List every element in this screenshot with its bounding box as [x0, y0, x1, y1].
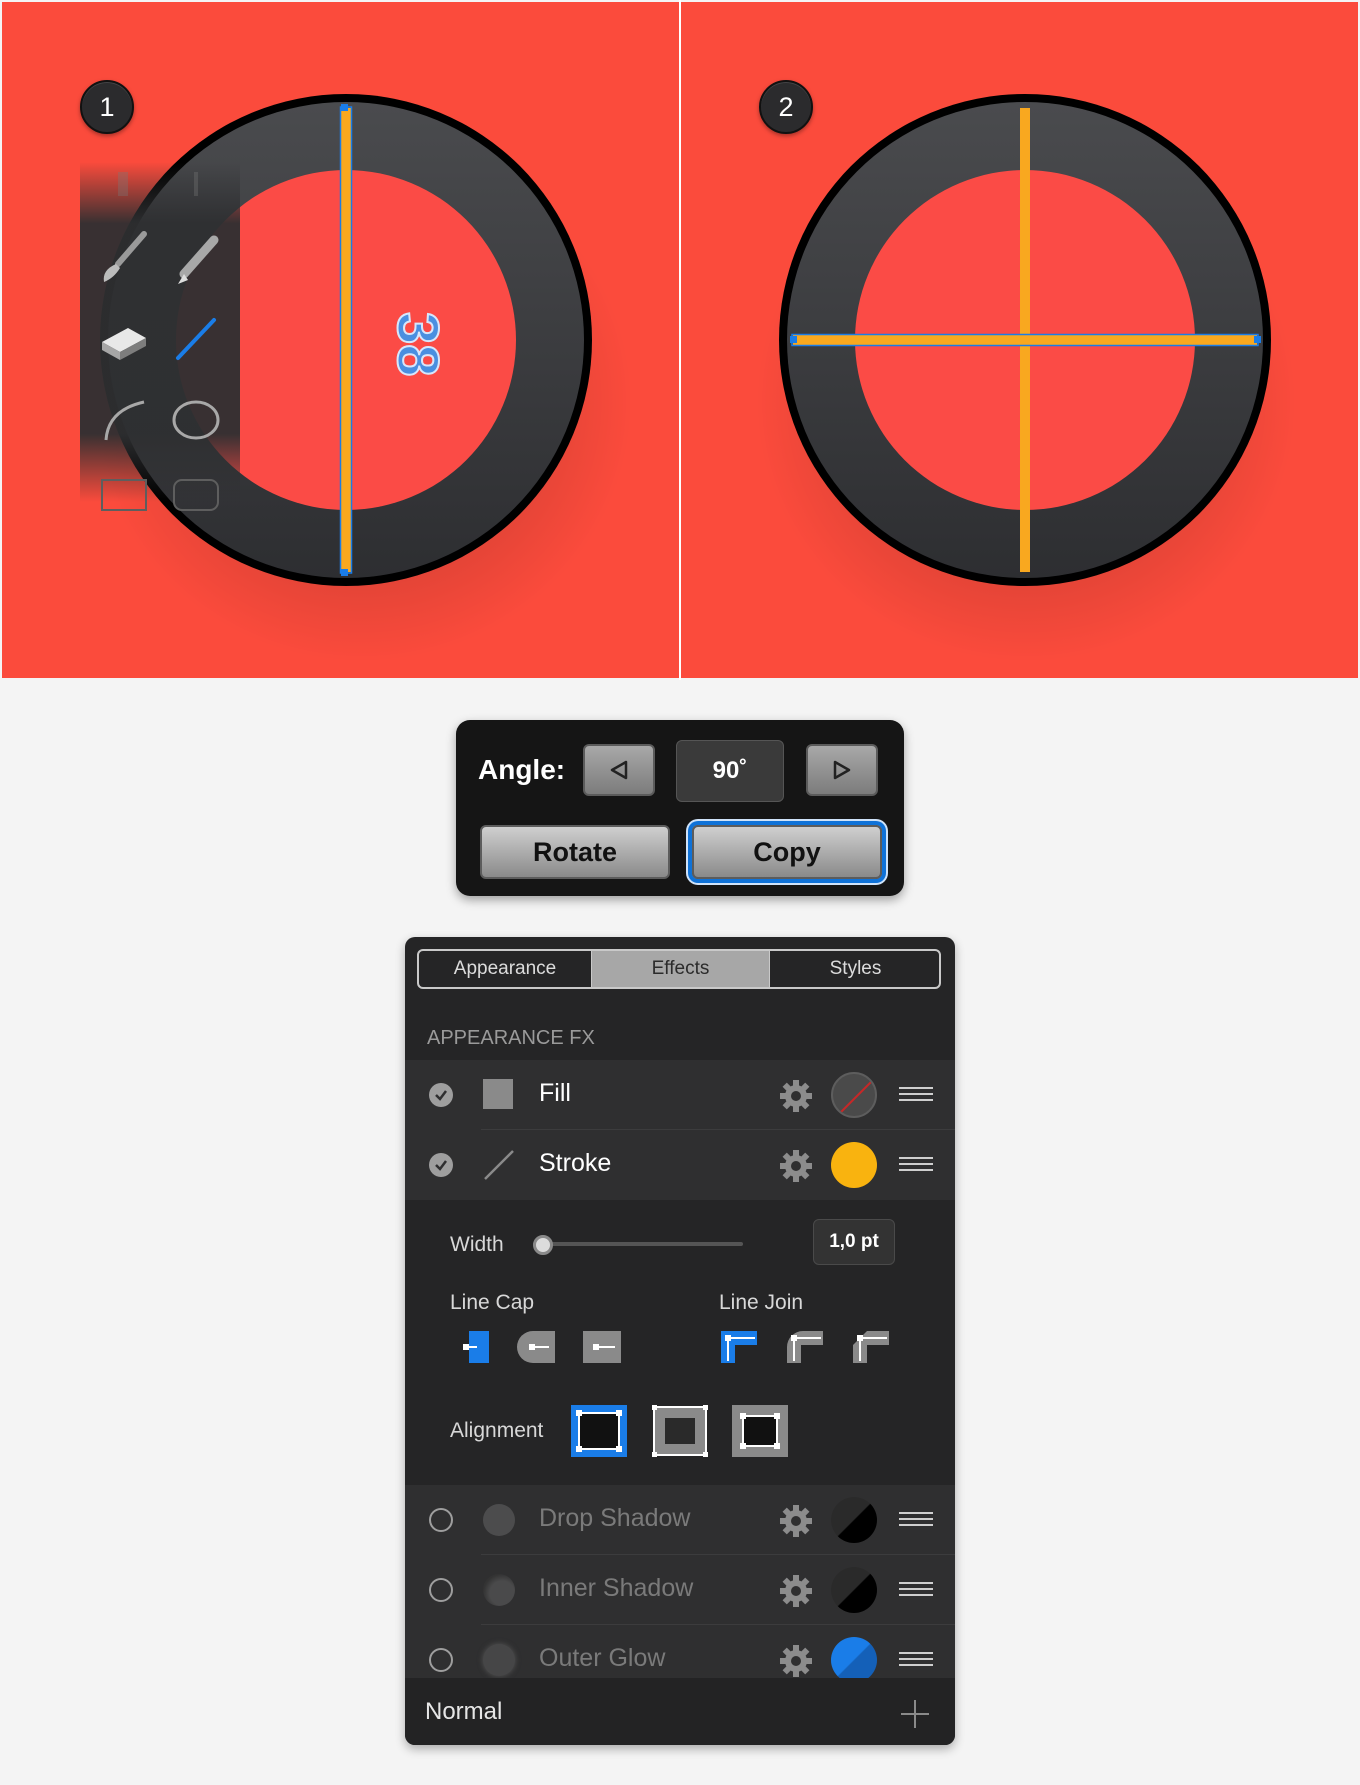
outer-glow-preview-icon [483, 1644, 515, 1676]
rotate-button[interactable]: Rotate [480, 825, 670, 879]
gear-icon[interactable] [779, 1149, 813, 1183]
tab-styles[interactable]: Styles [770, 951, 939, 987]
outer-glow-color-swatch[interactable] [831, 1637, 877, 1683]
outer-glow-enabled-checkbox[interactable] [429, 1648, 453, 1672]
step-number-badge: 1 [80, 80, 134, 134]
fx-row-stroke[interactable]: Stroke [405, 1130, 955, 1200]
fx-label-inner-shadow: Inner Shadow [539, 1574, 694, 1602]
gear-icon[interactable] [779, 1079, 813, 1113]
fx-row-inner-shadow[interactable]: Inner Shadow [405, 1555, 955, 1625]
stroke-color-swatch[interactable] [831, 1142, 877, 1188]
outer-glow-menu-icon[interactable] [899, 1652, 933, 1670]
tab-appearance[interactable]: Appearance [419, 951, 592, 987]
fx-label-stroke: Stroke [539, 1149, 612, 1177]
fx-label-drop-shadow: Drop Shadow [539, 1504, 691, 1532]
canvas-step-1: 1 38 [2, 2, 679, 678]
blend-mode-selector[interactable]: Normal [425, 1698, 502, 1726]
rotate-dialog: Angle: 90˚ Rotate Copy [456, 720, 904, 896]
add-effect-plus-icon[interactable] [899, 1698, 931, 1730]
fx-label-outer-glow: Outer Glow [539, 1644, 666, 1672]
left-triangle-icon [610, 760, 628, 780]
align-inside-button[interactable] [651, 1404, 709, 1458]
width-slider-track[interactable] [533, 1242, 743, 1246]
alignment-label: Alignment [450, 1419, 544, 1442]
angle-increment-button[interactable] [806, 744, 878, 796]
projecting-cap-button[interactable] [581, 1329, 623, 1365]
line-join-label: Line Join [719, 1291, 804, 1314]
drop-shadow-preview-icon [483, 1504, 515, 1536]
align-outside-button[interactable] [731, 1404, 789, 1458]
none-slash-icon [840, 1081, 872, 1113]
step-number-badge: 2 [759, 80, 813, 134]
stroke-line-icon [484, 1150, 514, 1180]
stroke-enabled-checkbox[interactable] [429, 1153, 453, 1177]
drop-shadow-enabled-checkbox[interactable] [429, 1508, 453, 1532]
round-join-button[interactable] [785, 1329, 825, 1365]
fx-row-fill[interactable]: Fill [405, 1060, 955, 1130]
appearance-panel: Appearance Effects Styles APPEARANCE FX … [405, 937, 955, 1745]
stroke-menu-icon[interactable] [899, 1157, 933, 1175]
drop-shadow-menu-icon[interactable] [899, 1512, 933, 1530]
fill-none-swatch[interactable] [831, 1072, 877, 1118]
gear-icon[interactable] [779, 1574, 813, 1608]
canvas-step-2: 2 [681, 2, 1358, 678]
gear-icon[interactable] [779, 1644, 813, 1678]
inner-shadow-color-swatch[interactable] [831, 1567, 877, 1613]
drop-shadow-color-swatch[interactable] [831, 1497, 877, 1543]
width-slider-thumb[interactable] [533, 1235, 553, 1255]
line-cap-label: Line Cap [450, 1291, 535, 1314]
panel-footer: Normal [405, 1678, 955, 1745]
angle-decrement-button[interactable] [583, 744, 655, 796]
width-value-field[interactable]: 1,0 pt [813, 1219, 895, 1265]
miter-join-button[interactable] [719, 1329, 759, 1365]
bevel-join-button[interactable] [851, 1329, 891, 1365]
inner-shadow-preview-icon [483, 1574, 515, 1606]
inner-shadow-menu-icon[interactable] [899, 1582, 933, 1600]
vertical-stroke [341, 108, 351, 572]
measurement-label: 38 [384, 311, 451, 378]
section-title: APPEARANCE FX [427, 1027, 595, 1049]
fill-enabled-checkbox[interactable] [429, 1083, 453, 1107]
width-label: Width [450, 1233, 504, 1256]
fx-label-fill: Fill [539, 1079, 571, 1107]
panel-tabs: Appearance Effects Styles [417, 949, 941, 989]
toolbox-panel [80, 162, 240, 502]
fx-row-drop-shadow[interactable]: Drop Shadow [405, 1485, 955, 1555]
align-center-button[interactable] [570, 1404, 628, 1458]
gear-icon[interactable] [779, 1504, 813, 1538]
tab-effects[interactable]: Effects [592, 951, 770, 987]
checkmark-icon [435, 1090, 447, 1101]
angle-value-field[interactable]: 90˚ [676, 740, 784, 802]
horizontal-stroke [793, 335, 1257, 345]
fill-square-icon [483, 1079, 513, 1109]
right-triangle-icon [833, 760, 851, 780]
butt-cap-button[interactable] [463, 1329, 491, 1365]
round-cap-button[interactable] [515, 1329, 557, 1365]
inner-shadow-enabled-checkbox[interactable] [429, 1578, 453, 1602]
angle-label: Angle: [478, 754, 566, 785]
copy-button[interactable]: Copy [692, 825, 882, 879]
checkmark-icon [435, 1160, 447, 1171]
fill-menu-icon[interactable] [899, 1087, 933, 1105]
